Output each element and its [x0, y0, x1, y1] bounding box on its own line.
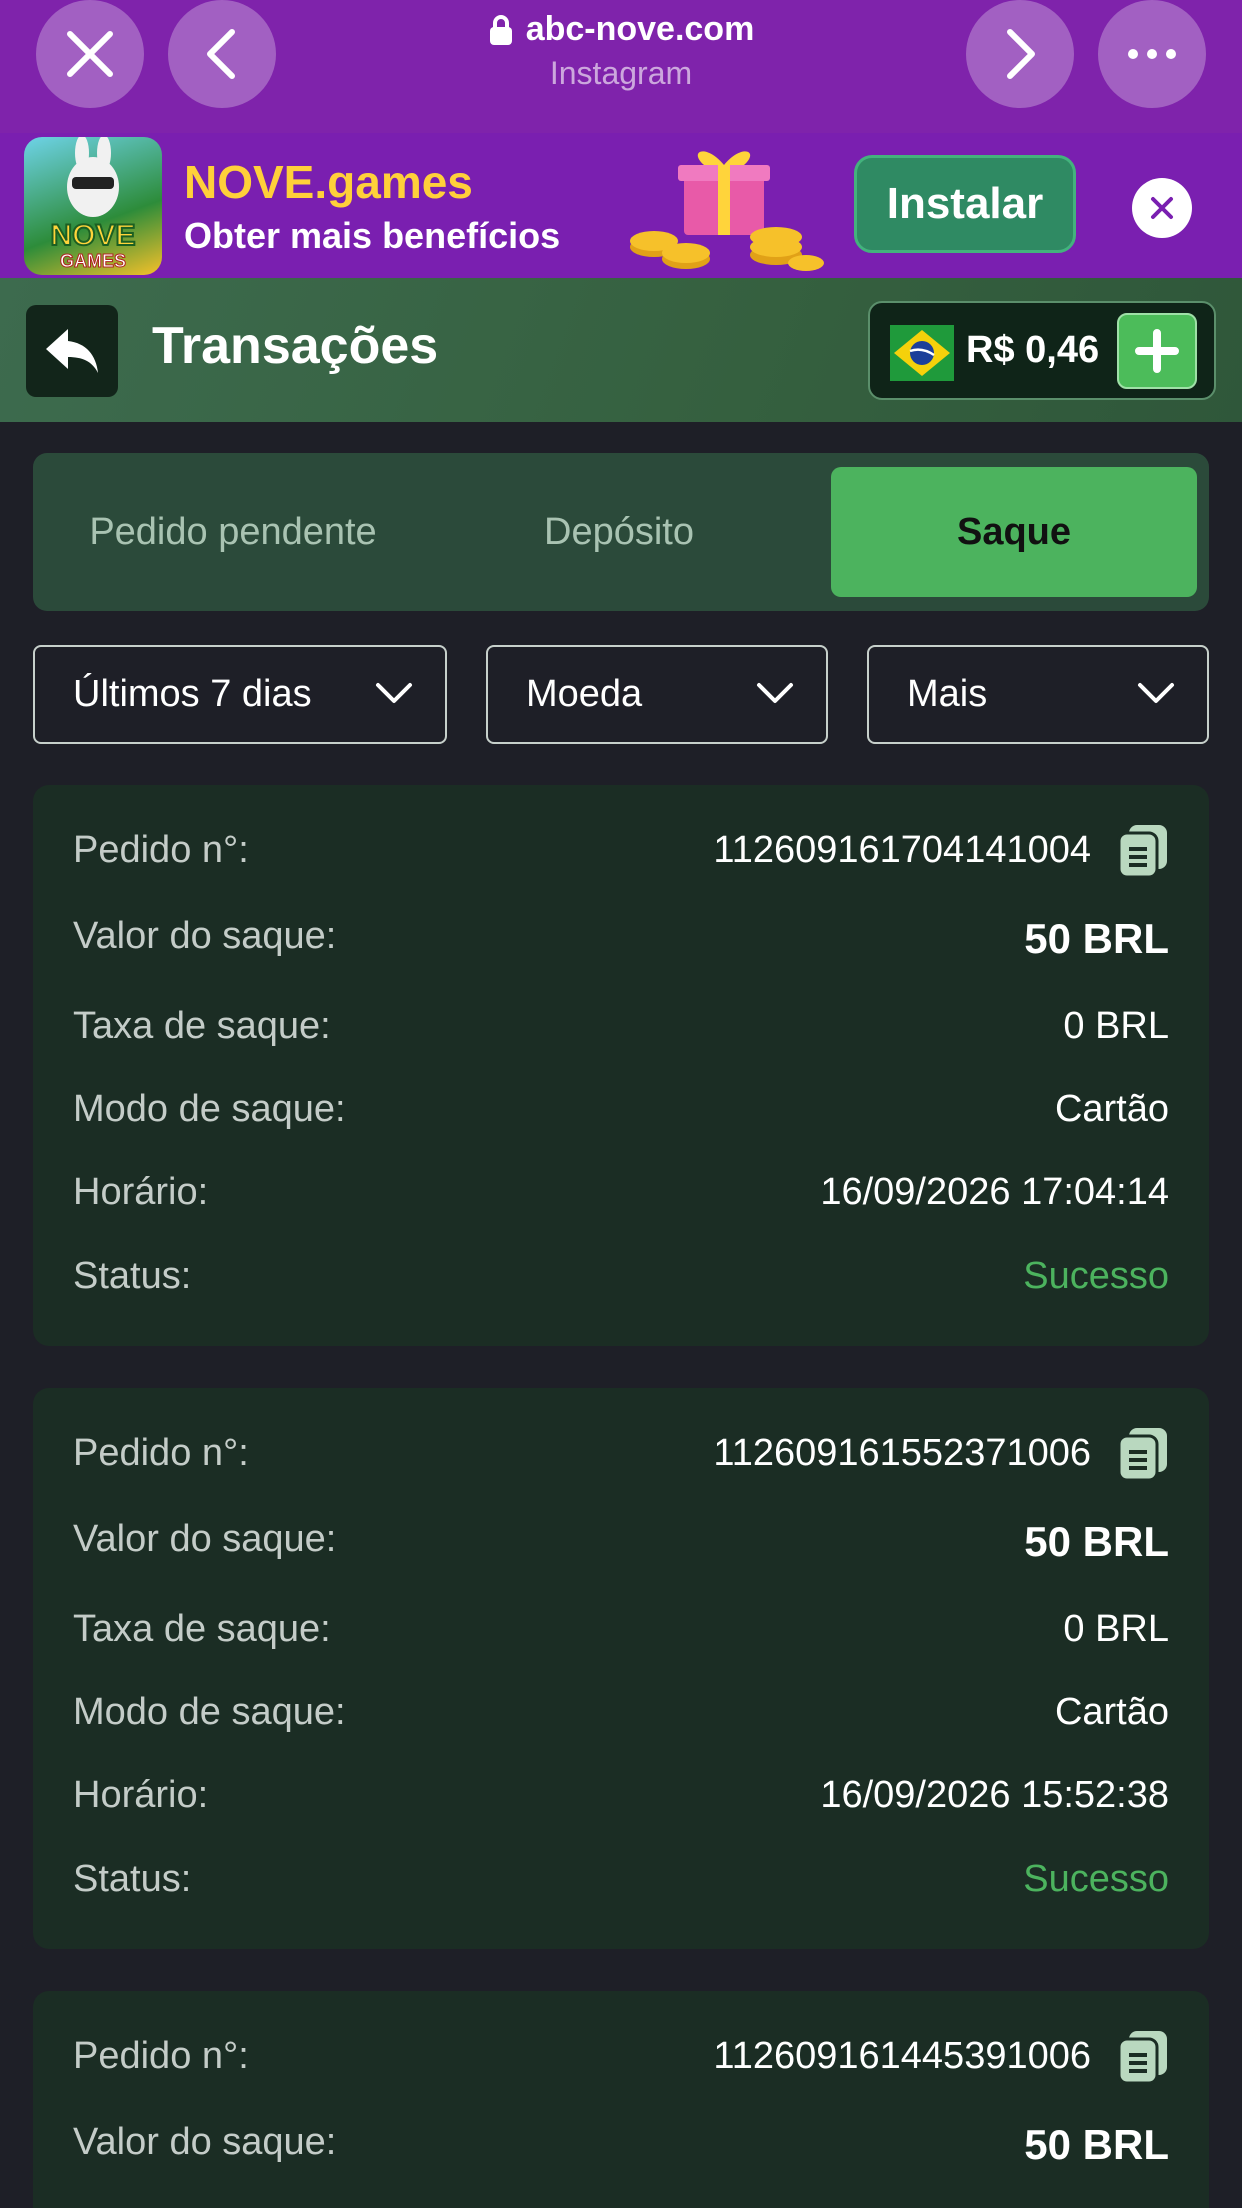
- promo-app-name: NOVE.games: [184, 156, 473, 208]
- chevron-right-icon: [1007, 29, 1035, 79]
- amount-label: Valor do saque:: [73, 915, 337, 957]
- transaction-card: Pedido n°: 112609161552371006 Valor do s…: [33, 1388, 1209, 1949]
- mode-label: Modo de saque:: [73, 1691, 346, 1733]
- gift-coins-icon: [630, 151, 824, 271]
- order-row: Pedido n°: 112609161704141004: [73, 825, 1169, 879]
- svg-text:NOVE: NOVE: [50, 219, 135, 252]
- order-row: Pedido n°: 112609161445391006: [73, 2031, 1169, 2085]
- currency-filter-value: Moeda: [526, 673, 643, 715]
- withdrawal-fee: 0 BRL: [1063, 1608, 1169, 1650]
- plus-icon: [1135, 329, 1179, 373]
- status-row: Status: Sucesso: [73, 1255, 1169, 1305]
- app-logo: NOVE GAMES: [24, 137, 162, 275]
- balance-widget: R$ 0,46: [868, 301, 1216, 400]
- browser-menu-button[interactable]: [1098, 0, 1206, 108]
- fee-row: Taxa de saque: 0 BRL: [73, 1005, 1169, 1055]
- tab-deposit[interactable]: Depósito: [433, 467, 805, 597]
- tab-withdrawal[interactable]: Saque: [831, 467, 1197, 597]
- browser-bar: abc-nove.com Instagram: [0, 0, 1242, 133]
- order-number: 112609161445391006: [713, 2035, 1091, 2077]
- brazil-flag-icon: [890, 325, 954, 381]
- time-row: Horário: 16/09/2026 15:52:38: [73, 1774, 1169, 1824]
- url-subtitle: Instagram: [549, 55, 693, 91]
- close-icon: [67, 31, 113, 77]
- lock-icon: [489, 14, 512, 45]
- browser-forward-button[interactable]: [966, 0, 1074, 108]
- install-button[interactable]: Instalar: [854, 155, 1076, 253]
- tab-pending-orders[interactable]: Pedido pendente: [47, 467, 419, 597]
- transaction-tabs: Pedido pendente Depósito Saque: [33, 453, 1209, 611]
- chevron-left-icon: [207, 29, 235, 79]
- transaction-card: Pedido n°: 112609161445391006 Valor do s…: [33, 1991, 1209, 2208]
- order-number: 112609161704141004: [713, 829, 1091, 871]
- more-filter-dropdown[interactable]: Mais: [867, 645, 1209, 744]
- back-button[interactable]: [26, 305, 118, 397]
- svg-text:GAMES: GAMES: [60, 251, 126, 271]
- period-filter-value: Últimos 7 dias: [73, 673, 312, 715]
- chevron-down-icon: [376, 683, 412, 703]
- transaction-time: 16/09/2026 15:52:38: [820, 1774, 1169, 1816]
- url-text: abc-nove.com: [525, 10, 755, 48]
- chevron-down-icon: [1138, 683, 1174, 703]
- close-browser-button[interactable]: [36, 0, 144, 108]
- mode-label: Modo de saque:: [73, 1088, 346, 1130]
- balance-amount: R$ 0,46: [966, 329, 1100, 371]
- copy-icon[interactable]: [1117, 1426, 1169, 1482]
- reply-arrow-icon: [46, 329, 98, 373]
- withdrawal-mode: Cartão: [1054, 1691, 1169, 1733]
- order-label: Pedido n°:: [73, 829, 249, 871]
- status-value: Sucesso: [1023, 1858, 1169, 1900]
- more-filter-value: Mais: [907, 673, 988, 715]
- amount-row: Valor do saque: 50 BRL: [73, 2121, 1169, 2171]
- amount-label: Valor do saque:: [73, 2121, 337, 2163]
- amount-row: Valor do saque: 50 BRL: [73, 1518, 1169, 1568]
- period-filter-dropdown[interactable]: Últimos 7 dias: [33, 645, 447, 744]
- deposit-add-button[interactable]: [1117, 313, 1197, 389]
- fee-row: Taxa de saque: 0 BRL: [73, 1608, 1169, 1658]
- browser-back-button[interactable]: [168, 0, 276, 108]
- fee-label: Taxa de saque:: [73, 1005, 331, 1047]
- withdrawal-mode: Cartão: [1054, 1088, 1169, 1130]
- page-header: Transações R$ 0,46: [0, 278, 1242, 422]
- withdrawal-fee: 0 BRL: [1063, 1005, 1169, 1047]
- transaction-time: 16/09/2026 17:04:14: [820, 1171, 1169, 1213]
- withdrawal-amount: 50 BRL: [1024, 2121, 1169, 2168]
- install-promo-banner: NOVE GAMES NOVE.games Obter mais benefíc…: [0, 133, 1242, 278]
- order-row: Pedido n°: 112609161552371006: [73, 1428, 1169, 1482]
- page-title: Transações: [152, 317, 439, 375]
- status-label: Status:: [73, 1255, 192, 1297]
- time-label: Horário:: [73, 1171, 209, 1213]
- time-label: Horário:: [73, 1774, 209, 1816]
- time-row: Horário: 16/09/2026 17:04:14: [73, 1171, 1169, 1221]
- order-label: Pedido n°:: [73, 1432, 249, 1474]
- more-icon: [1128, 49, 1176, 59]
- copy-icon[interactable]: [1117, 2029, 1169, 2085]
- status-label: Status:: [73, 1858, 192, 1900]
- amount-label: Valor do saque:: [73, 1518, 337, 1560]
- status-value: Sucesso: [1023, 1255, 1169, 1297]
- withdrawal-amount: 50 BRL: [1024, 1518, 1169, 1565]
- status-row: Status: Sucesso: [73, 1858, 1169, 1908]
- copy-icon[interactable]: [1117, 823, 1169, 879]
- withdrawal-amount: 50 BRL: [1024, 915, 1169, 962]
- promo-tagline: Obter mais benefícios: [184, 215, 561, 256]
- promo-close-button[interactable]: [1132, 178, 1192, 238]
- currency-filter-dropdown[interactable]: Moeda: [486, 645, 828, 744]
- order-number: 112609161552371006: [713, 1432, 1091, 1474]
- fee-label: Taxa de saque:: [73, 1608, 331, 1650]
- chevron-down-icon: [757, 683, 793, 703]
- transaction-card: Pedido n°: 112609161704141004 Valor do s…: [33, 785, 1209, 1346]
- order-label: Pedido n°:: [73, 2035, 249, 2077]
- address-bar[interactable]: abc-nove.com Instagram: [380, 10, 862, 92]
- amount-row: Valor do saque: 50 BRL: [73, 915, 1169, 965]
- mode-row: Modo de saque: Cartão: [73, 1691, 1169, 1741]
- mode-row: Modo de saque: Cartão: [73, 1088, 1169, 1138]
- close-icon: [1151, 197, 1173, 219]
